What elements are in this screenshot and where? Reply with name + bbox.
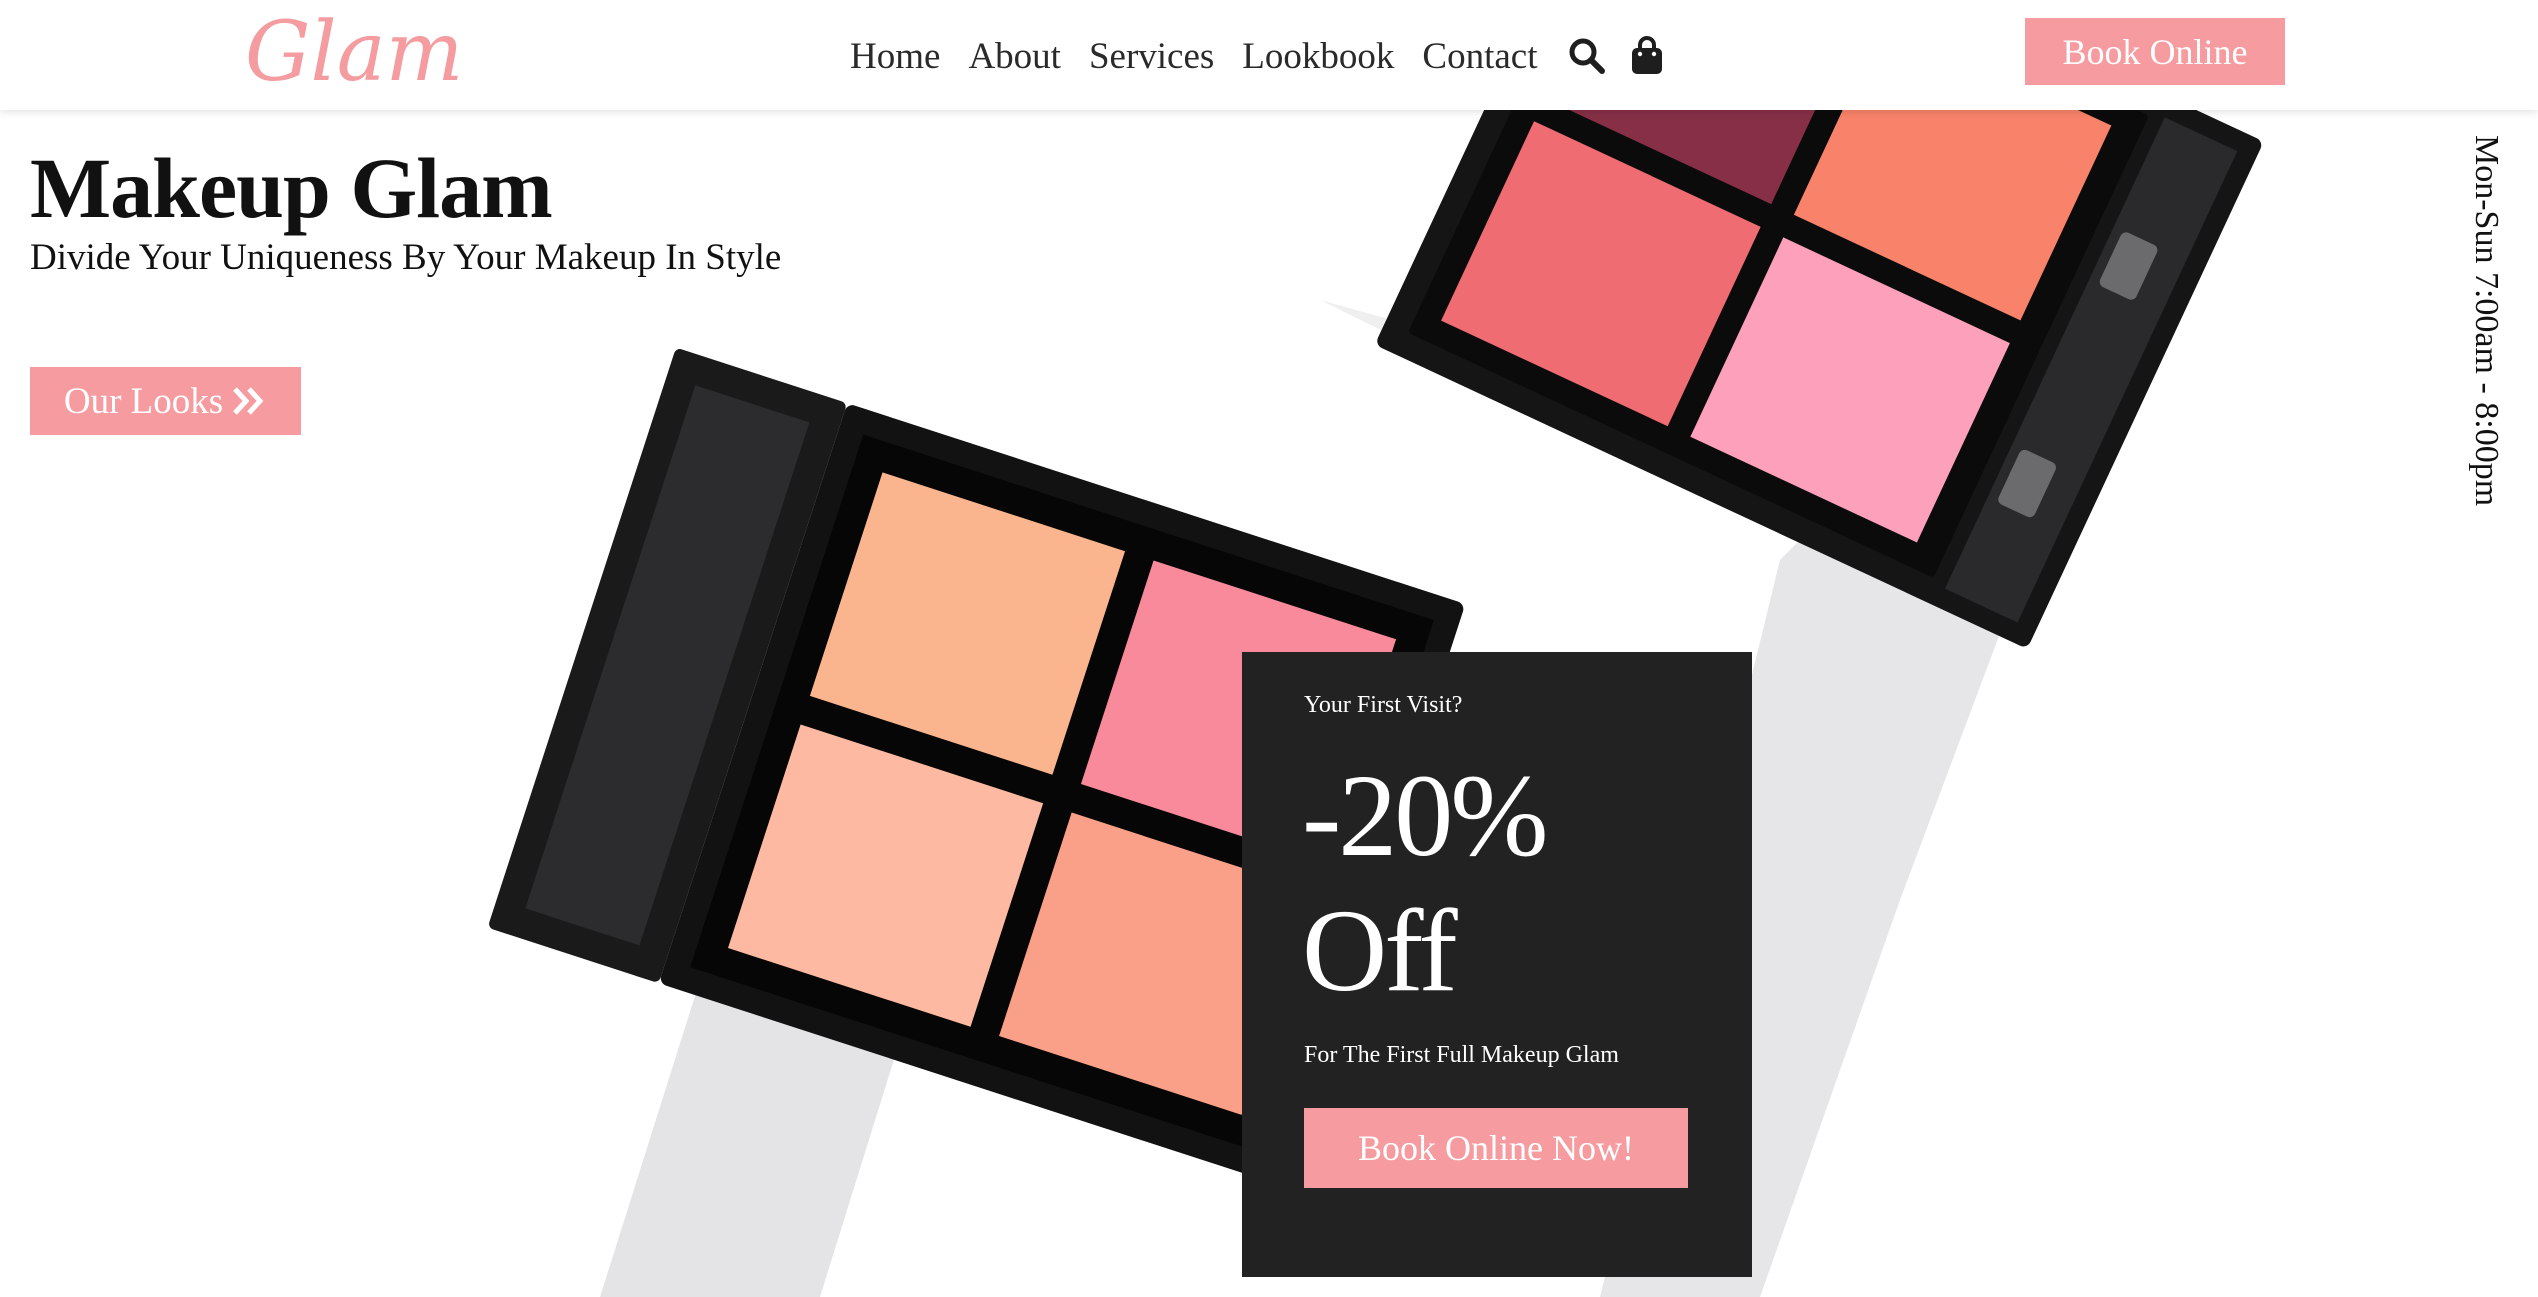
book-online-now-button[interactable]: Book Online Now! [1304, 1108, 1688, 1188]
site-header: Glam. Home About Services Lookbook Conta… [0, 0, 2538, 110]
our-looks-label: Our Looks [63, 380, 224, 422]
promo-kicker: Your First Visit? [1304, 692, 1463, 718]
hero-subtitle: Divide Your Uniqueness By Your Makeup In… [30, 237, 782, 278]
main-nav: Home About Services Lookbook Contact [850, 26, 1686, 86]
nav-lookbook[interactable]: Lookbook [1242, 35, 1394, 78]
our-looks-button[interactable]: Our Looks [30, 367, 301, 435]
nav-home[interactable]: Home [850, 35, 940, 78]
opening-hours: Mon-Sun 7:00am - 8:00pm [2468, 135, 2505, 507]
double-chevron-right-icon [231, 385, 267, 417]
first-visit-promo: Your First Visit? -20% Off For The First… [1242, 652, 1752, 1277]
promo-discount: -20% [1302, 750, 1549, 881]
search-icon[interactable] [1566, 31, 1608, 81]
promo-note: For The First Full Makeup Glam [1304, 1042, 1619, 1068]
logo-text: Glam. [245, 8, 465, 100]
nav-about[interactable]: About [968, 35, 1061, 78]
nav-services[interactable]: Services [1089, 35, 1214, 78]
glam-logo[interactable]: Glam. [240, 8, 465, 108]
page-title: Makeup Glam [30, 140, 553, 236]
promo-discount-suffix: Off [1302, 885, 1458, 1016]
nav-contact[interactable]: Contact [1422, 35, 1537, 78]
shopping-bag-icon[interactable] [1626, 31, 1668, 81]
book-online-button[interactable]: Book Online [2025, 18, 2285, 85]
page: Glam. Home About Services Lookbook Conta… [0, 0, 2538, 1297]
